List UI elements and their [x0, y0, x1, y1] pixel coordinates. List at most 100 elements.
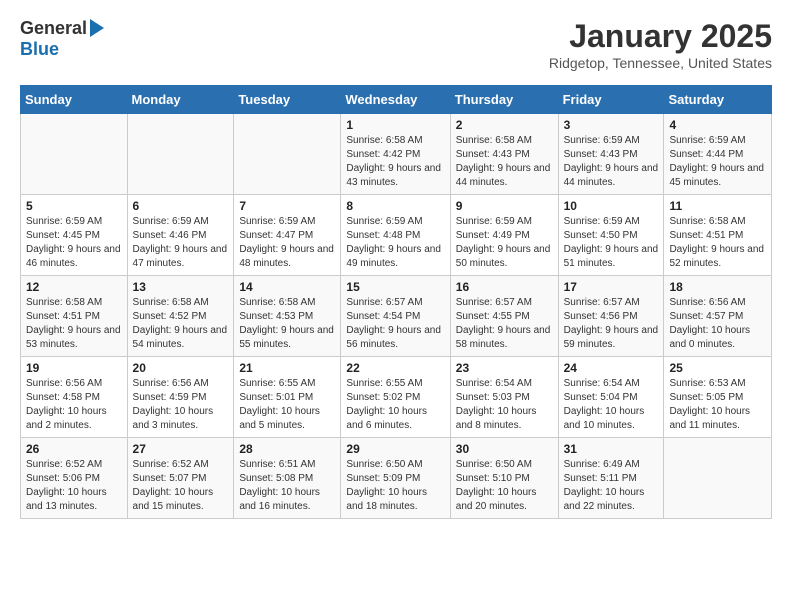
- calendar-cell: 18 Sunrise: 6:56 AM Sunset: 4:57 PM Dayli…: [664, 276, 772, 357]
- day-number: 6: [133, 199, 229, 213]
- day-number: 13: [133, 280, 229, 294]
- day-number: 3: [564, 118, 659, 132]
- day-info: Sunrise: 6:59 AM Sunset: 4:44 PM Dayligh…: [669, 134, 766, 190]
- col-header-saturday: Saturday: [664, 86, 772, 114]
- calendar-cell: 12 Sunrise: 6:58 AM Sunset: 4:51 PM Dayli…: [21, 276, 128, 357]
- day-number: 25: [669, 361, 766, 375]
- calendar-cell: 4 Sunrise: 6:59 AM Sunset: 4:44 PM Daylig…: [664, 114, 772, 195]
- col-header-wednesday: Wednesday: [341, 86, 450, 114]
- day-number: 31: [564, 442, 659, 456]
- day-number: 28: [239, 442, 335, 456]
- day-number: 29: [346, 442, 444, 456]
- day-info: Sunrise: 6:49 AM Sunset: 5:11 PM Dayligh…: [564, 458, 659, 514]
- calendar-cell: 16Sunrise: 6:57 AM Sunset: 4:55 PM Dayli…: [450, 276, 558, 357]
- day-info: Sunrise: 6:55 AM Sunset: 5:01 PM Dayligh…: [239, 377, 335, 433]
- calendar-cell: 28 Sunrise: 6:51 AM Sunset: 5:08 PM Dayli…: [234, 438, 341, 519]
- day-info: Sunrise: 6:58 AM Sunset: 4:51 PM Dayligh…: [26, 296, 122, 352]
- day-number: 5: [26, 199, 122, 213]
- header-row: SundayMondayTuesdayWednesdayThursdayFrid…: [21, 86, 772, 114]
- calendar-cell: 2Sunrise: 6:58 AM Sunset: 4:43 PM Daylig…: [450, 114, 558, 195]
- week-row-3: 12 Sunrise: 6:58 AM Sunset: 4:51 PM Dayli…: [21, 276, 772, 357]
- calendar-table: SundayMondayTuesdayWednesdayThursdayFrid…: [20, 85, 772, 519]
- calendar-cell: 8 Sunrise: 6:59 AM Sunset: 4:48 PM Daylig…: [341, 195, 450, 276]
- day-number: 7: [239, 199, 335, 213]
- col-header-friday: Friday: [558, 86, 664, 114]
- calendar-cell: 3 Sunrise: 6:59 AM Sunset: 4:43 PM Daylig…: [558, 114, 664, 195]
- calendar-cell: 19 Sunrise: 6:56 AM Sunset: 4:58 PM Dayli…: [21, 357, 128, 438]
- day-info: Sunrise: 6:50 AM Sunset: 5:09 PM Dayligh…: [346, 458, 444, 514]
- day-info: Sunrise: 6:59 AM Sunset: 4:43 PM Dayligh…: [564, 134, 659, 190]
- day-info: Sunrise: 6:51 AM Sunset: 5:08 PM Dayligh…: [239, 458, 335, 514]
- day-info: Sunrise: 6:54 AM Sunset: 5:03 PM Dayligh…: [456, 377, 553, 433]
- calendar-cell: 9 Sunrise: 6:59 AM Sunset: 4:49 PM Daylig…: [450, 195, 558, 276]
- day-info: Sunrise: 6:54 AM Sunset: 5:04 PM Dayligh…: [564, 377, 659, 433]
- calendar-cell: 1Sunrise: 6:58 AM Sunset: 4:42 PM Daylig…: [341, 114, 450, 195]
- calendar-cell: 29 Sunrise: 6:50 AM Sunset: 5:09 PM Dayli…: [341, 438, 450, 519]
- day-info: Sunrise: 6:59 AM Sunset: 4:49 PM Dayligh…: [456, 215, 553, 271]
- day-info: Sunrise: 6:52 AM Sunset: 5:07 PM Dayligh…: [133, 458, 229, 514]
- day-info: Sunrise: 6:58 AM Sunset: 4:52 PM Dayligh…: [133, 296, 229, 352]
- day-number: 18: [669, 280, 766, 294]
- day-info: Sunrise: 6:56 AM Sunset: 4:59 PM Dayligh…: [133, 377, 229, 433]
- calendar-cell: 27 Sunrise: 6:52 AM Sunset: 5:07 PM Dayli…: [127, 438, 234, 519]
- day-info: Sunrise: 6:59 AM Sunset: 4:48 PM Dayligh…: [346, 215, 444, 271]
- calendar-cell: 23 Sunrise: 6:54 AM Sunset: 5:03 PM Dayli…: [450, 357, 558, 438]
- day-number: 9: [456, 199, 553, 213]
- week-row-1: 1Sunrise: 6:58 AM Sunset: 4:42 PM Daylig…: [21, 114, 772, 195]
- calendar-cell: 5Sunrise: 6:59 AM Sunset: 4:45 PM Daylig…: [21, 195, 128, 276]
- day-number: 19: [26, 361, 122, 375]
- day-number: 12: [26, 280, 122, 294]
- col-header-sunday: Sunday: [21, 86, 128, 114]
- week-row-5: 26Sunrise: 6:52 AM Sunset: 5:06 PM Dayli…: [21, 438, 772, 519]
- day-number: 27: [133, 442, 229, 456]
- col-header-thursday: Thursday: [450, 86, 558, 114]
- day-number: 10: [564, 199, 659, 213]
- calendar-cell: 30Sunrise: 6:50 AM Sunset: 5:10 PM Dayli…: [450, 438, 558, 519]
- calendar-cell: [234, 114, 341, 195]
- col-header-monday: Monday: [127, 86, 234, 114]
- calendar-cell: 11 Sunrise: 6:58 AM Sunset: 4:51 PM Dayli…: [664, 195, 772, 276]
- logo-arrow-icon: [90, 19, 104, 37]
- day-info: Sunrise: 6:55 AM Sunset: 5:02 PM Dayligh…: [346, 377, 444, 433]
- calendar-cell: 15Sunrise: 6:57 AM Sunset: 4:54 PM Dayli…: [341, 276, 450, 357]
- day-info: Sunrise: 6:58 AM Sunset: 4:53 PM Dayligh…: [239, 296, 335, 352]
- calendar-cell: 25Sunrise: 6:53 AM Sunset: 5:05 PM Dayli…: [664, 357, 772, 438]
- calendar-cell: 22 Sunrise: 6:55 AM Sunset: 5:02 PM Dayli…: [341, 357, 450, 438]
- calendar-cell: 31 Sunrise: 6:49 AM Sunset: 5:11 PM Dayli…: [558, 438, 664, 519]
- day-number: 15: [346, 280, 444, 294]
- day-info: Sunrise: 6:59 AM Sunset: 4:50 PM Dayligh…: [564, 215, 659, 271]
- month-title: January 2025: [549, 18, 772, 55]
- title-block: January 2025 Ridgetop, Tennessee, United…: [549, 18, 772, 71]
- day-info: Sunrise: 6:59 AM Sunset: 4:47 PM Dayligh…: [239, 215, 335, 271]
- location: Ridgetop, Tennessee, United States: [549, 55, 772, 71]
- week-row-2: 5Sunrise: 6:59 AM Sunset: 4:45 PM Daylig…: [21, 195, 772, 276]
- day-info: Sunrise: 6:50 AM Sunset: 5:10 PM Dayligh…: [456, 458, 553, 514]
- day-info: Sunrise: 6:56 AM Sunset: 4:57 PM Dayligh…: [669, 296, 766, 352]
- day-number: 11: [669, 199, 766, 213]
- calendar-cell: [664, 438, 772, 519]
- page: General Blue January 2025 Ridgetop, Tenn…: [0, 0, 792, 537]
- day-number: 21: [239, 361, 335, 375]
- day-number: 8: [346, 199, 444, 213]
- day-number: 17: [564, 280, 659, 294]
- day-number: 4: [669, 118, 766, 132]
- day-number: 26: [26, 442, 122, 456]
- week-row-4: 19 Sunrise: 6:56 AM Sunset: 4:58 PM Dayli…: [21, 357, 772, 438]
- calendar-cell: 6 Sunrise: 6:59 AM Sunset: 4:46 PM Daylig…: [127, 195, 234, 276]
- calendar-cell: 13 Sunrise: 6:58 AM Sunset: 4:52 PM Dayli…: [127, 276, 234, 357]
- calendar-cell: 17Sunrise: 6:57 AM Sunset: 4:56 PM Dayli…: [558, 276, 664, 357]
- calendar-cell: 24 Sunrise: 6:54 AM Sunset: 5:04 PM Dayli…: [558, 357, 664, 438]
- logo-general: General: [20, 18, 87, 39]
- day-number: 23: [456, 361, 553, 375]
- day-info: Sunrise: 6:58 AM Sunset: 4:51 PM Dayligh…: [669, 215, 766, 271]
- day-number: 24: [564, 361, 659, 375]
- day-number: 22: [346, 361, 444, 375]
- calendar-cell: 10 Sunrise: 6:59 AM Sunset: 4:50 PM Dayli…: [558, 195, 664, 276]
- day-number: 16: [456, 280, 553, 294]
- day-info: Sunrise: 6:56 AM Sunset: 4:58 PM Dayligh…: [26, 377, 122, 433]
- calendar-cell: 14Sunrise: 6:58 AM Sunset: 4:53 PM Dayli…: [234, 276, 341, 357]
- day-info: Sunrise: 6:59 AM Sunset: 4:46 PM Dayligh…: [133, 215, 229, 271]
- calendar-cell: 20 Sunrise: 6:56 AM Sunset: 4:59 PM Dayli…: [127, 357, 234, 438]
- calendar-cell: 7 Sunrise: 6:59 AM Sunset: 4:47 PM Daylig…: [234, 195, 341, 276]
- day-number: 20: [133, 361, 229, 375]
